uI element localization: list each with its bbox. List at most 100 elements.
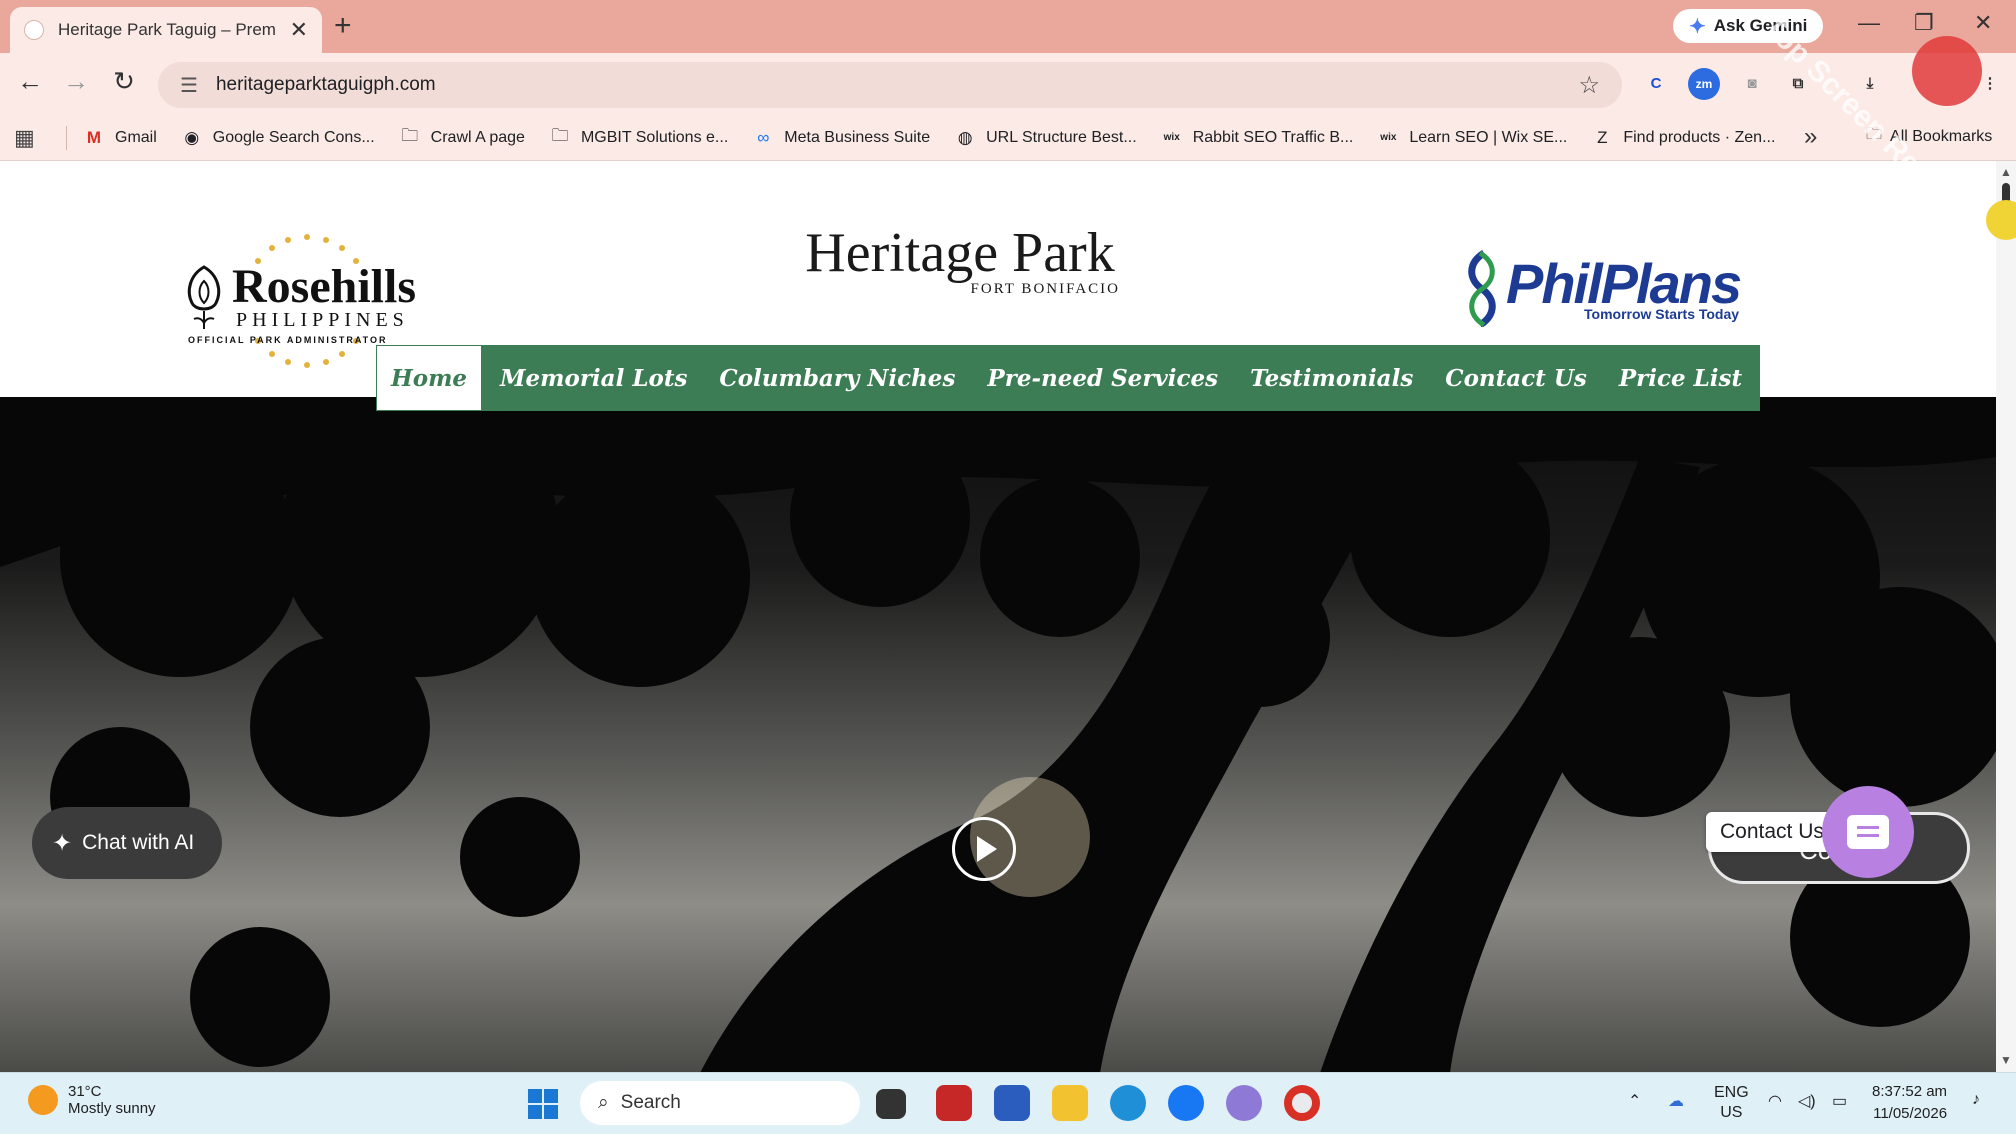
onedrive-icon[interactable]: ☁ bbox=[1668, 1091, 1684, 1111]
bookmark-item[interactable]: ∞ Meta Business Suite bbox=[752, 123, 930, 152]
sparkle-icon: ✦ bbox=[52, 829, 73, 857]
bookmark-item[interactable]: 🗀 MGBIT Solutions e... bbox=[549, 123, 728, 152]
nav-item-pre-need-services[interactable]: Pre-need Services bbox=[971, 345, 1234, 411]
rosehills-name: Rosehills bbox=[232, 260, 417, 313]
bookmark-item[interactable]: ◉ Google Search Cons... bbox=[181, 123, 375, 152]
search-icon: ⌕ bbox=[598, 1092, 609, 1113]
bookmark-item[interactable]: M Gmail bbox=[83, 123, 157, 152]
philplans-mark-icon bbox=[1468, 250, 1496, 327]
facebook-app-icon[interactable] bbox=[1168, 1085, 1204, 1121]
show-hidden-icons[interactable]: ⌃ bbox=[1628, 1091, 1641, 1111]
wifi-icon[interactable]: ◠ bbox=[1768, 1091, 1782, 1111]
windows-start-icon[interactable] bbox=[528, 1089, 558, 1119]
weather-description: Mostly sunny bbox=[68, 1100, 156, 1117]
site-favicon-icon bbox=[24, 20, 44, 40]
rosehills-sub: PHILIPPINES bbox=[236, 309, 409, 331]
page-scrollbar[interactable]: ▲ ▼ bbox=[1996, 161, 2016, 1072]
bookmark-item[interactable]: wix Rabbit SEO Traffic B... bbox=[1161, 123, 1354, 152]
nav-item-faq[interactable]: FAQ bbox=[1850, 345, 1935, 411]
bookmark-list: M Gmail ◉ Google Search Cons... 🗀 Crawl A pag… bbox=[83, 123, 1799, 152]
nav-item-contact-us[interactable]: Contact Us bbox=[1429, 345, 1603, 411]
heritage-park-logo[interactable]: Heritage Park FORT BONIFACIO bbox=[790, 221, 1130, 297]
tab-title: Heritage Park Taguig – Premier bbox=[58, 20, 276, 39]
minimize-button[interactable]: — bbox=[1858, 10, 1880, 36]
bookmark-item[interactable]: 🗀 Crawl A page bbox=[399, 123, 525, 152]
bookmark-item[interactable]: wix Learn SEO | Wix SE... bbox=[1377, 123, 1567, 152]
reload-icon[interactable]: ↻ bbox=[106, 66, 142, 97]
new-tab-button[interactable]: + bbox=[334, 10, 352, 42]
chat-bubble-icon bbox=[1847, 815, 1889, 849]
task-view-icon[interactable] bbox=[876, 1089, 906, 1119]
wix-icon: wix bbox=[1380, 132, 1397, 143]
bookmark-label: Learn SEO | Wix SE... bbox=[1409, 128, 1568, 146]
sun-icon bbox=[28, 1085, 58, 1115]
bookmark-item[interactable]: Z Find products · Zen... bbox=[1591, 123, 1775, 152]
main-navigation: Home Memorial Lots Columbary Niches Pre-nee… bbox=[376, 345, 1919, 411]
web-page: Rosehills PHILIPPINES OFFICIAL PARK ADMI… bbox=[0, 161, 1996, 1072]
region-code: US bbox=[1720, 1104, 1743, 1121]
more-bookmarks-icon[interactable]: » bbox=[1804, 123, 1817, 151]
close-window-button[interactable]: ✕ bbox=[1974, 10, 1992, 36]
close-tab-icon[interactable]: ✕ bbox=[290, 17, 308, 43]
nav-item-home[interactable]: Home bbox=[376, 345, 483, 411]
chrome-browser-icon[interactable] bbox=[1284, 1085, 1320, 1121]
forward-icon[interactable]: → bbox=[58, 66, 94, 97]
nav-item-columbary-niches[interactable]: Columbary Niches bbox=[703, 345, 971, 411]
camera-extension-icon[interactable]: ◙ bbox=[1736, 68, 1768, 100]
taskbar-search[interactable]: ⌕ Search bbox=[580, 1081, 860, 1125]
nav-item-memorial-lots[interactable]: Memorial Lots bbox=[484, 345, 703, 411]
heritage-park-title: Heritage Park bbox=[805, 222, 1115, 284]
folder-icon: 🗀 bbox=[551, 126, 569, 145]
bookmark-label: Google Search Cons... bbox=[212, 128, 375, 146]
scroll-down-icon[interactable]: ▼ bbox=[2000, 1053, 2012, 1067]
wix-icon: wix bbox=[1163, 132, 1180, 143]
apps-grid-icon[interactable]: ▦ bbox=[14, 125, 44, 151]
language-indicator[interactable]: ENG US bbox=[1714, 1083, 1749, 1123]
system-clock[interactable]: 8:37:52 am 11/05/2026 bbox=[1872, 1081, 1947, 1125]
hero-video[interactable] bbox=[0, 397, 1996, 1072]
contact-chat-button[interactable] bbox=[1822, 786, 1914, 878]
notification-bell-icon[interactable]: ♪ bbox=[1972, 1091, 1980, 1109]
address-bar[interactable]: ☰ heritageparktaguigph.com ☆ bbox=[158, 62, 1622, 108]
back-icon[interactable]: ← bbox=[12, 66, 48, 97]
play-video-button[interactable] bbox=[952, 817, 1016, 881]
philplans-logo[interactable]: PhilPlans Tomorrow Starts Today bbox=[1462, 249, 1742, 329]
app-icon[interactable] bbox=[1226, 1085, 1262, 1121]
chat-with-ai-button[interactable]: ✦ Chat with AI bbox=[32, 807, 222, 879]
volume-icon[interactable]: ◁) bbox=[1798, 1091, 1816, 1111]
file-explorer-icon[interactable] bbox=[1052, 1085, 1088, 1121]
nav-item-blog[interactable]: Blog bbox=[1758, 345, 1850, 411]
play-icon bbox=[977, 836, 997, 862]
site-info-icon[interactable]: ☰ bbox=[180, 73, 198, 98]
extension-c-icon[interactable]: C bbox=[1640, 68, 1672, 100]
rose-flower-icon bbox=[187, 265, 221, 329]
url-text[interactable]: heritageparktaguigph.com bbox=[216, 74, 1579, 96]
clock-time: 8:37:52 am bbox=[1872, 1083, 1948, 1100]
edge-browser-icon[interactable] bbox=[1110, 1085, 1146, 1121]
weather-widget[interactable]: 31°C Mostly sunny bbox=[28, 1083, 156, 1117]
tab-strip: Heritage Park Taguig – Premier ✕ + ✦ Ask… bbox=[0, 0, 2016, 53]
language-code: ENG bbox=[1714, 1084, 1749, 1101]
recorder-app-icon[interactable] bbox=[936, 1085, 972, 1121]
screen-recorder-logo-icon bbox=[1912, 36, 1982, 106]
folder-icon: 🗀 bbox=[401, 126, 419, 145]
chat-with-ai-label: Chat with AI bbox=[82, 831, 195, 854]
restore-button[interactable]: ❐ bbox=[1914, 10, 1934, 36]
taskbar-search-label: Search bbox=[620, 1092, 681, 1113]
tree-silhouette-image bbox=[0, 397, 1996, 1072]
nav-item-testimonials[interactable]: Testimonials bbox=[1234, 345, 1429, 411]
bookmark-item[interactable]: ◍ URL Structure Best... bbox=[954, 123, 1137, 152]
globe-icon: ◍ bbox=[957, 127, 973, 147]
meta-icon: ∞ bbox=[757, 127, 770, 147]
battery-icon[interactable]: ▭ bbox=[1832, 1091, 1847, 1111]
scroll-up-icon[interactable]: ▲ bbox=[2000, 165, 2012, 179]
bookmarks-bar: ▦ M Gmail ◉ Google Search Cons... 🗀 Crawl A p… bbox=[0, 115, 2016, 161]
bookmark-label: Meta Business Suite bbox=[784, 128, 931, 146]
store-app-icon[interactable] bbox=[994, 1085, 1030, 1121]
browser-tab[interactable]: Heritage Park Taguig – Premier ✕ bbox=[10, 7, 322, 53]
nav-item-price-list[interactable]: Price List bbox=[1603, 345, 1758, 411]
bookmark-star-icon[interactable]: ☆ bbox=[1578, 71, 1600, 100]
zoom-extension-icon[interactable]: zm bbox=[1688, 68, 1720, 100]
bookmark-label: URL Structure Best... bbox=[986, 128, 1137, 146]
bookmark-label: MGBIT Solutions e... bbox=[580, 128, 729, 146]
